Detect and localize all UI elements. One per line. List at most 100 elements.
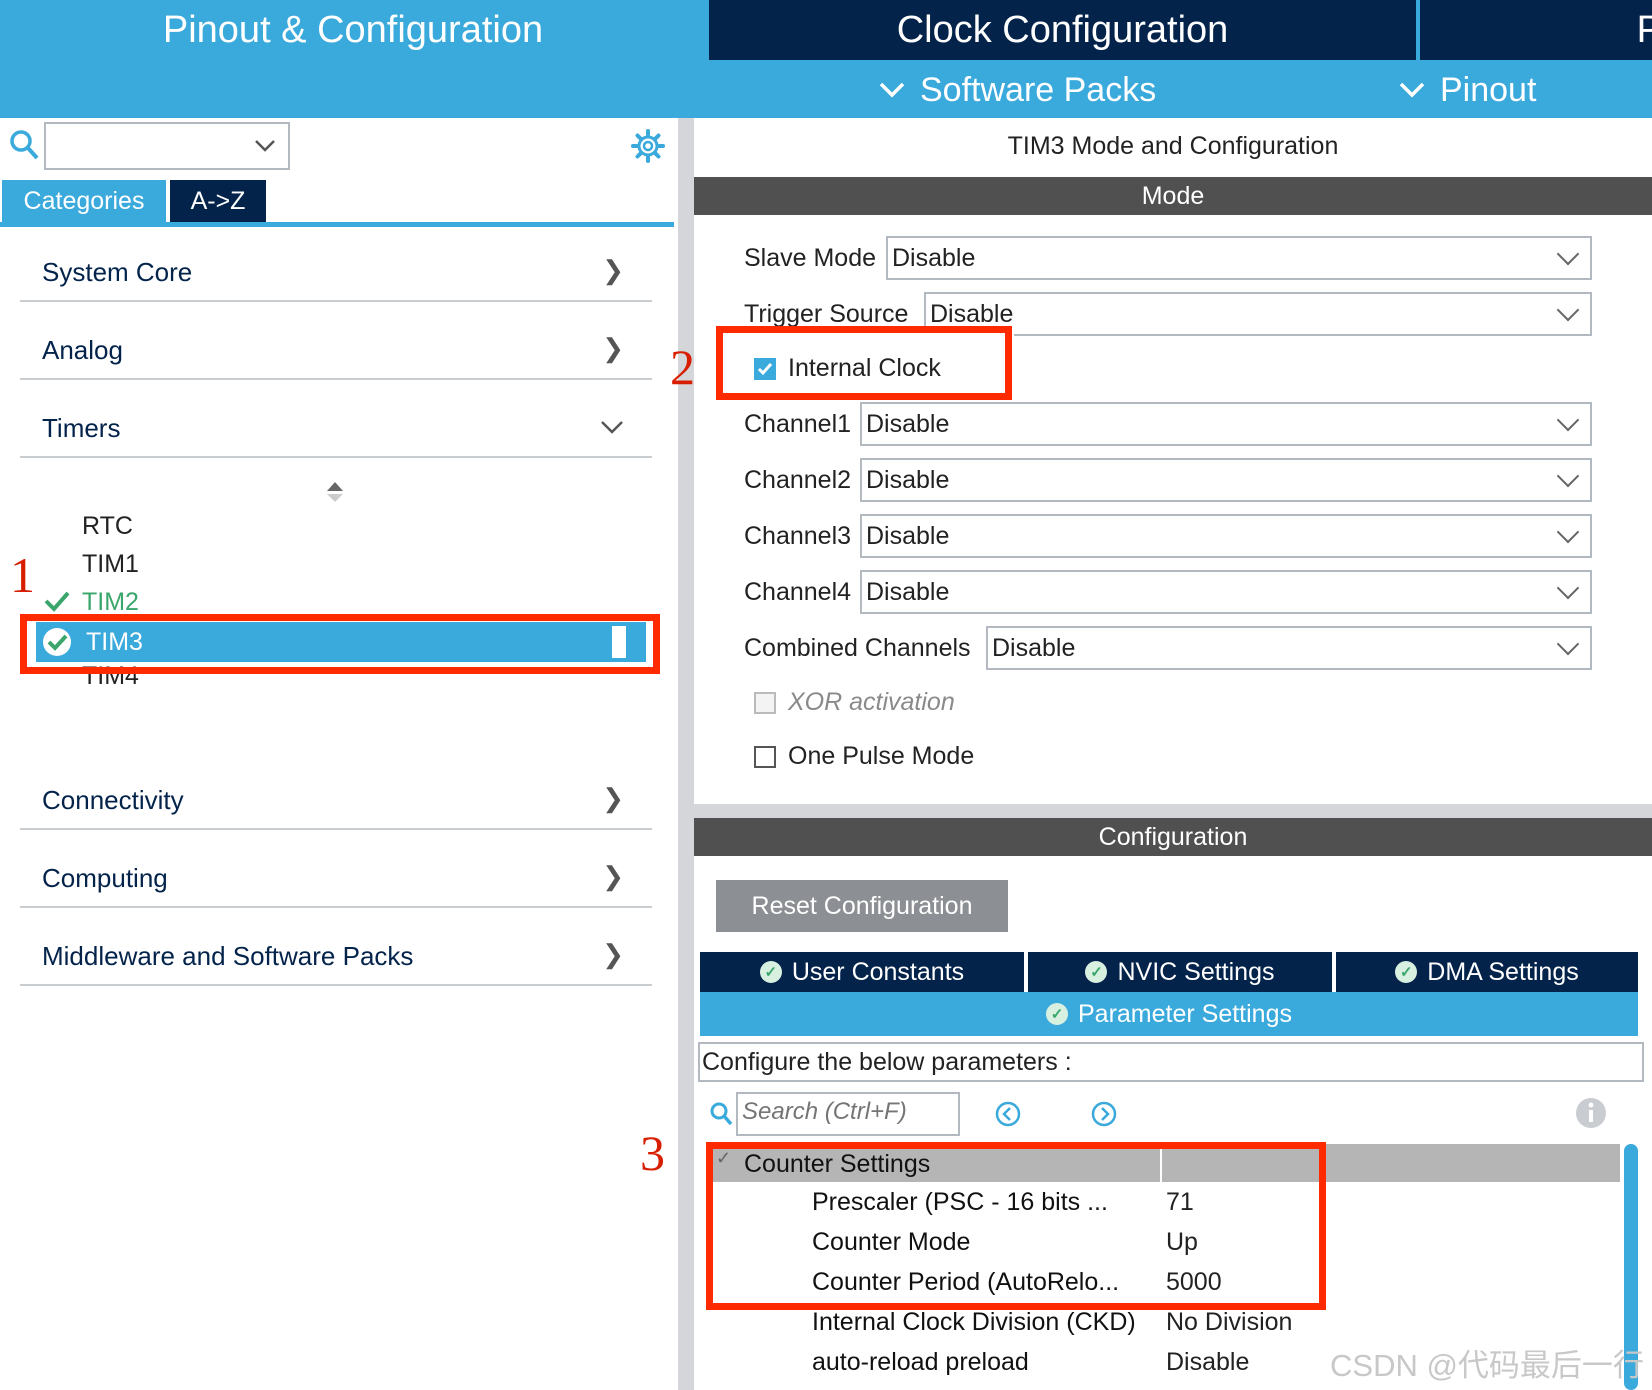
chevron-down-icon (1556, 576, 1580, 600)
chevron-right-icon: ❯ (602, 861, 624, 891)
annotation-number-1: 1 (10, 547, 35, 603)
info-icon[interactable] (1574, 1096, 1608, 1130)
section-splitter[interactable] (694, 804, 1652, 818)
tab-nvic-label: NVIC Settings (1117, 957, 1275, 986)
check-circle-icon: ✓ (1085, 961, 1108, 983)
tab-project-manager[interactable]: P (1420, 0, 1652, 60)
tab-dma-settings[interactable]: ✓ DMA Settings (1336, 952, 1638, 992)
tab-categories-label: Categories (23, 186, 145, 215)
category-analog[interactable]: Analog ❯ (20, 302, 652, 380)
configuration-header-label: Configuration (1098, 822, 1248, 851)
category-label: Analog (42, 335, 123, 365)
tab-az[interactable]: A->Z (170, 180, 266, 222)
check-circle-icon: ✓ (1046, 1003, 1068, 1025)
annotation-number-2: 2 (670, 339, 695, 395)
previous-result-icon[interactable] (994, 1100, 1022, 1128)
mode-section-header: Mode (694, 177, 1652, 215)
annotation-number-3: 3 (640, 1125, 665, 1181)
timer-item-tim1[interactable]: TIM1 (82, 550, 139, 579)
channel3-select[interactable]: Disable (860, 514, 1592, 558)
category-middleware[interactable]: Middleware and Software Packs ❯ (20, 908, 652, 986)
param-ckd-label: Internal Clock Division (CKD) (812, 1308, 1136, 1336)
slave-mode-select[interactable]: Disable (886, 236, 1592, 280)
channel4-value: Disable (866, 577, 950, 606)
channel2-label: Channel2 (744, 466, 852, 494)
xor-activation-checkbox[interactable] (754, 692, 776, 714)
reset-configuration-button[interactable]: Reset Configuration (716, 880, 1008, 932)
menu-pinout-label: Pinout (1440, 70, 1537, 109)
mode-header-label: Mode (1141, 181, 1205, 210)
channel1-select[interactable]: Disable (860, 402, 1592, 446)
channel4-label: Channel4 (744, 578, 852, 606)
parameter-search-field[interactable] (736, 1092, 960, 1136)
chevron-down-icon (1399, 82, 1425, 98)
category-label: Computing (42, 863, 168, 893)
annotation-box-1 (20, 614, 660, 674)
tab-clock-label: Clock Configuration (896, 8, 1229, 51)
channel3-value: Disable (866, 521, 950, 550)
tab-nvic-settings[interactable]: ✓ NVIC Settings (1028, 952, 1332, 992)
check-circle-icon: ✓ (759, 961, 782, 983)
tab-parameter-label: Parameter Settings (1078, 999, 1292, 1028)
parameter-search-input[interactable] (738, 1094, 956, 1130)
check-circle-icon: ✓ (1395, 961, 1418, 983)
trigger-source-value: Disable (930, 299, 1014, 328)
menu-software-packs-label: Software Packs (920, 70, 1157, 109)
menu-pinout[interactable]: Pinout (1398, 68, 1536, 112)
configuration-section-header: Configuration (694, 818, 1652, 856)
xor-activation-label: XOR activation (788, 688, 955, 716)
chevron-down-icon (1556, 464, 1580, 488)
tab-user-constants[interactable]: ✓ User Constants (700, 952, 1024, 992)
configure-text: Configure the below parameters : (702, 1047, 1072, 1076)
param-ckd-value[interactable]: No Division (1166, 1308, 1292, 1337)
trigger-source-select[interactable]: Disable (924, 292, 1592, 336)
chevron-down-icon (601, 421, 623, 434)
category-label: Timers (42, 413, 121, 443)
chevron-down-icon (1556, 408, 1580, 432)
search-icon[interactable] (8, 128, 40, 162)
tab-categories[interactable]: Categories (2, 180, 166, 222)
annotation-box-3 (706, 1142, 1326, 1310)
tab-az-label: A->Z (190, 186, 246, 215)
panel-title: TIM3 Mode and Configuration (1007, 132, 1339, 160)
chevron-right-icon: ❯ (602, 255, 624, 285)
channel4-select[interactable]: Disable (860, 570, 1592, 614)
category-system-core[interactable]: System Core ❯ (20, 224, 652, 302)
tab-pinout-configuration[interactable]: Pinout & Configuration (0, 0, 706, 60)
panel-splitter[interactable] (678, 118, 694, 1390)
gear-icon[interactable] (630, 128, 666, 164)
category-connectivity[interactable]: Connectivity ❯ (20, 752, 652, 830)
trigger-source-label: Trigger Source (744, 300, 909, 328)
slave-mode-label: Slave Mode (744, 244, 877, 272)
param-preload-label: auto-reload preload (812, 1348, 1029, 1376)
chevron-down-icon (1556, 632, 1580, 656)
one-pulse-mode-label: One Pulse Mode (788, 742, 975, 770)
chevron-down-icon (1556, 298, 1580, 322)
chevron-down-icon (1556, 520, 1580, 544)
tab-parameter-settings[interactable]: ✓ Parameter Settings (700, 992, 1638, 1036)
sort-up-icon[interactable] (324, 480, 346, 504)
combined-channels-select[interactable]: Disable (986, 626, 1592, 670)
timer-item-rtc[interactable]: RTC (82, 512, 133, 541)
param-preload-value[interactable]: Disable (1166, 1348, 1249, 1377)
category-search-combo[interactable] (44, 122, 290, 170)
timer-item-tim2[interactable]: TIM2 (82, 588, 139, 617)
chevron-down-icon (879, 82, 905, 98)
category-label: Middleware and Software Packs (42, 941, 414, 971)
next-result-icon[interactable] (1090, 1100, 1118, 1128)
menu-software-packs[interactable]: Software Packs (878, 68, 1156, 112)
category-timers[interactable]: Timers (20, 380, 652, 458)
category-computing[interactable]: Computing ❯ (20, 830, 652, 908)
chevron-right-icon: ❯ (602, 939, 624, 969)
chevron-right-icon: ❯ (602, 783, 624, 813)
channel2-select[interactable]: Disable (860, 458, 1592, 502)
chevron-right-icon: ❯ (602, 333, 624, 363)
chevron-down-icon (1556, 242, 1580, 266)
tab-more-label: P (1636, 8, 1652, 51)
tab-dma-label: DMA Settings (1427, 957, 1579, 986)
configure-parameters-caption: Configure the below parameters : (698, 1042, 1644, 1082)
checkmark-icon (44, 591, 70, 612)
chevron-down-icon (255, 140, 275, 152)
tab-clock-configuration[interactable]: Clock Configuration (709, 0, 1416, 60)
one-pulse-mode-checkbox[interactable] (754, 746, 776, 768)
